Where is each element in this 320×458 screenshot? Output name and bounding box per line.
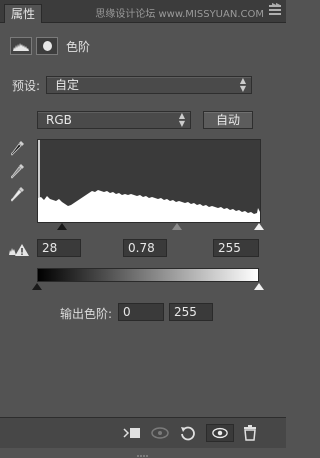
histogram [37, 139, 261, 223]
input-black-field[interactable]: 28 [37, 239, 81, 257]
dropdown-arrows-icon: ▲ ▼ [178, 111, 185, 128]
preset-label: 预设: [12, 79, 41, 93]
output-gradient-bar [37, 268, 259, 282]
levels-histogram-icon[interactable] [10, 37, 32, 55]
output-white-handle[interactable] [254, 283, 264, 290]
channel-value: RGB [46, 113, 72, 127]
tab-properties[interactable]: 属性 [4, 4, 42, 23]
panel-footer-toolbar [0, 417, 286, 457]
histogram-graph [38, 140, 260, 222]
panel-titlebar: 属性 思缘设计论坛 www.MISSYUAN.COM ▸▸ [0, 0, 286, 23]
adjustment-header: 色阶 [10, 37, 280, 59]
layer-mask-icon[interactable] [36, 37, 58, 55]
channel-dropdown[interactable]: RGB ▲ ▼ [37, 111, 191, 129]
input-gamma-handle[interactable] [172, 223, 182, 230]
gray-point-eyedropper-icon[interactable] [11, 163, 25, 179]
visibility-eye-icon[interactable] [206, 424, 234, 442]
resize-grip-icon[interactable] [136, 454, 150, 458]
dropdown-arrows-icon: ▲ ▼ [239, 76, 246, 93]
reset-icon[interactable] [178, 424, 198, 442]
auto-button[interactable]: 自动 [203, 111, 253, 129]
input-levels-slider[interactable] [37, 221, 264, 231]
input-black-handle[interactable] [57, 223, 67, 230]
white-point-eyedropper-icon[interactable] [11, 186, 25, 202]
output-black-field[interactable]: 0 [118, 303, 164, 321]
preset-dropdown[interactable]: 自定 ▲ ▼ [46, 76, 252, 94]
clipping-warning-icon[interactable] [8, 243, 30, 257]
preset-value: 自定 [55, 78, 80, 92]
watermark: 思缘设计论坛 www.MISSYUAN.COM [95, 9, 264, 20]
panel-menu-icon[interactable] [269, 5, 281, 17]
delete-trash-icon[interactable] [241, 424, 259, 442]
input-white-field[interactable]: 255 [213, 239, 259, 257]
output-white-field[interactable]: 255 [169, 303, 213, 321]
input-white-handle[interactable] [254, 223, 264, 230]
output-levels-slider[interactable] [32, 282, 264, 292]
view-previous-icon[interactable] [149, 424, 171, 442]
clip-to-layer-icon[interactable] [122, 424, 142, 442]
adjustment-title: 色阶 [66, 40, 91, 54]
output-black-handle[interactable] [32, 283, 42, 290]
output-levels-label: 输出色阶: [60, 307, 113, 321]
input-gamma-field[interactable]: 0.78 [123, 239, 167, 257]
black-point-eyedropper-icon[interactable] [11, 140, 25, 156]
